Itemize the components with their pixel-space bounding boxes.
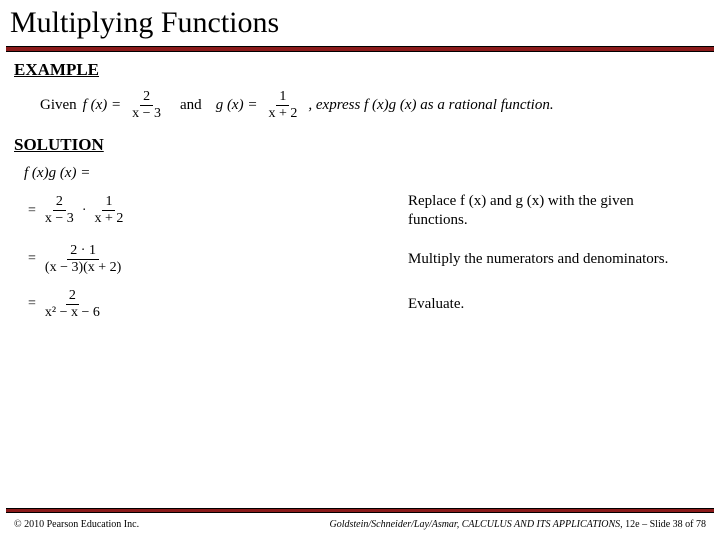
step-1-frac-a: 2 x − 3 [42,195,77,226]
title-divider [6,46,714,52]
step-3-frac: 2 x² − x − 6 [42,289,103,320]
step-2-math: = 2 · 1 (x − 3)(x + 2) [18,244,178,275]
step-3-explain: Evaluate. [178,295,720,314]
example-statement: Given f (x) = 2 x − 3 and g (x) = 1 x + … [0,90,720,121]
g-denominator: x + 2 [265,106,300,121]
equals-sign: = [28,296,36,312]
given-label: Given [40,97,77,114]
example-tail: , express f (x)g (x) as a rational funct… [308,97,553,114]
footer-citation-italic: Goldstein/Schneider/Lay/Asmar, CALCULUS … [330,519,623,530]
step-1-den-b: x + 2 [91,211,126,226]
step-1-num-b: 1 [102,195,115,211]
solution-step-1: = 2 x − 3 · 1 x + 2 Replace f (x) and g … [18,192,720,230]
slide-footer: © 2010 Pearson Education Inc. Goldstein/… [0,508,720,540]
solution-step-2: = 2 · 1 (x − 3)(x + 2) Multiply the nume… [18,244,720,275]
step-2-frac: 2 · 1 (x − 3)(x + 2) [42,244,124,275]
step-1-math: = 2 x − 3 · 1 x + 2 [18,195,178,226]
footer-citation: Goldstein/Schneider/Lay/Asmar, CALCULUS … [330,519,707,530]
and-label: and [180,97,202,114]
f-fraction: 2 x − 3 [129,90,164,121]
step-2-num: 2 · 1 [67,244,99,260]
step-1-num-a: 2 [53,195,66,211]
equals-sign: = [28,251,36,267]
step-3-den: x² − x − 6 [42,305,103,320]
f-numerator: 2 [140,90,153,106]
footer-citation-tail: 12e – Slide 38 of 78 [623,519,706,530]
example-heading: EXAMPLE [0,60,720,80]
fg-label: f (x)g (x) = [24,165,720,182]
step-1-explain: Replace f (x) and g (x) with the given f… [178,192,720,230]
step-3-math: = 2 x² − x − 6 [18,289,178,320]
step-3-num: 2 [66,289,79,305]
g-numerator: 1 [276,90,289,106]
step-1-frac-b: 1 x + 2 [91,195,126,226]
f-label: f (x) = [83,97,121,114]
step-2-explain: Multiply the numerators and denominators… [178,250,720,269]
equals-sign: = [28,203,36,219]
step-1-den-a: x − 3 [42,211,77,226]
solution-step-3: = 2 x² − x − 6 Evaluate. [18,289,720,320]
solution-body: f (x)g (x) = = 2 x − 3 · 1 x + 2 Replace… [0,165,720,320]
slide-title: Multiplying Functions [0,0,720,46]
solution-heading: SOLUTION [0,135,720,155]
dot-operator: · [82,203,87,219]
step-2-den: (x − 3)(x + 2) [42,260,124,275]
f-denominator: x − 3 [129,106,164,121]
g-fraction: 1 x + 2 [265,90,300,121]
g-label: g (x) = [216,97,258,114]
copyright-text: © 2010 Pearson Education Inc. [14,519,139,530]
